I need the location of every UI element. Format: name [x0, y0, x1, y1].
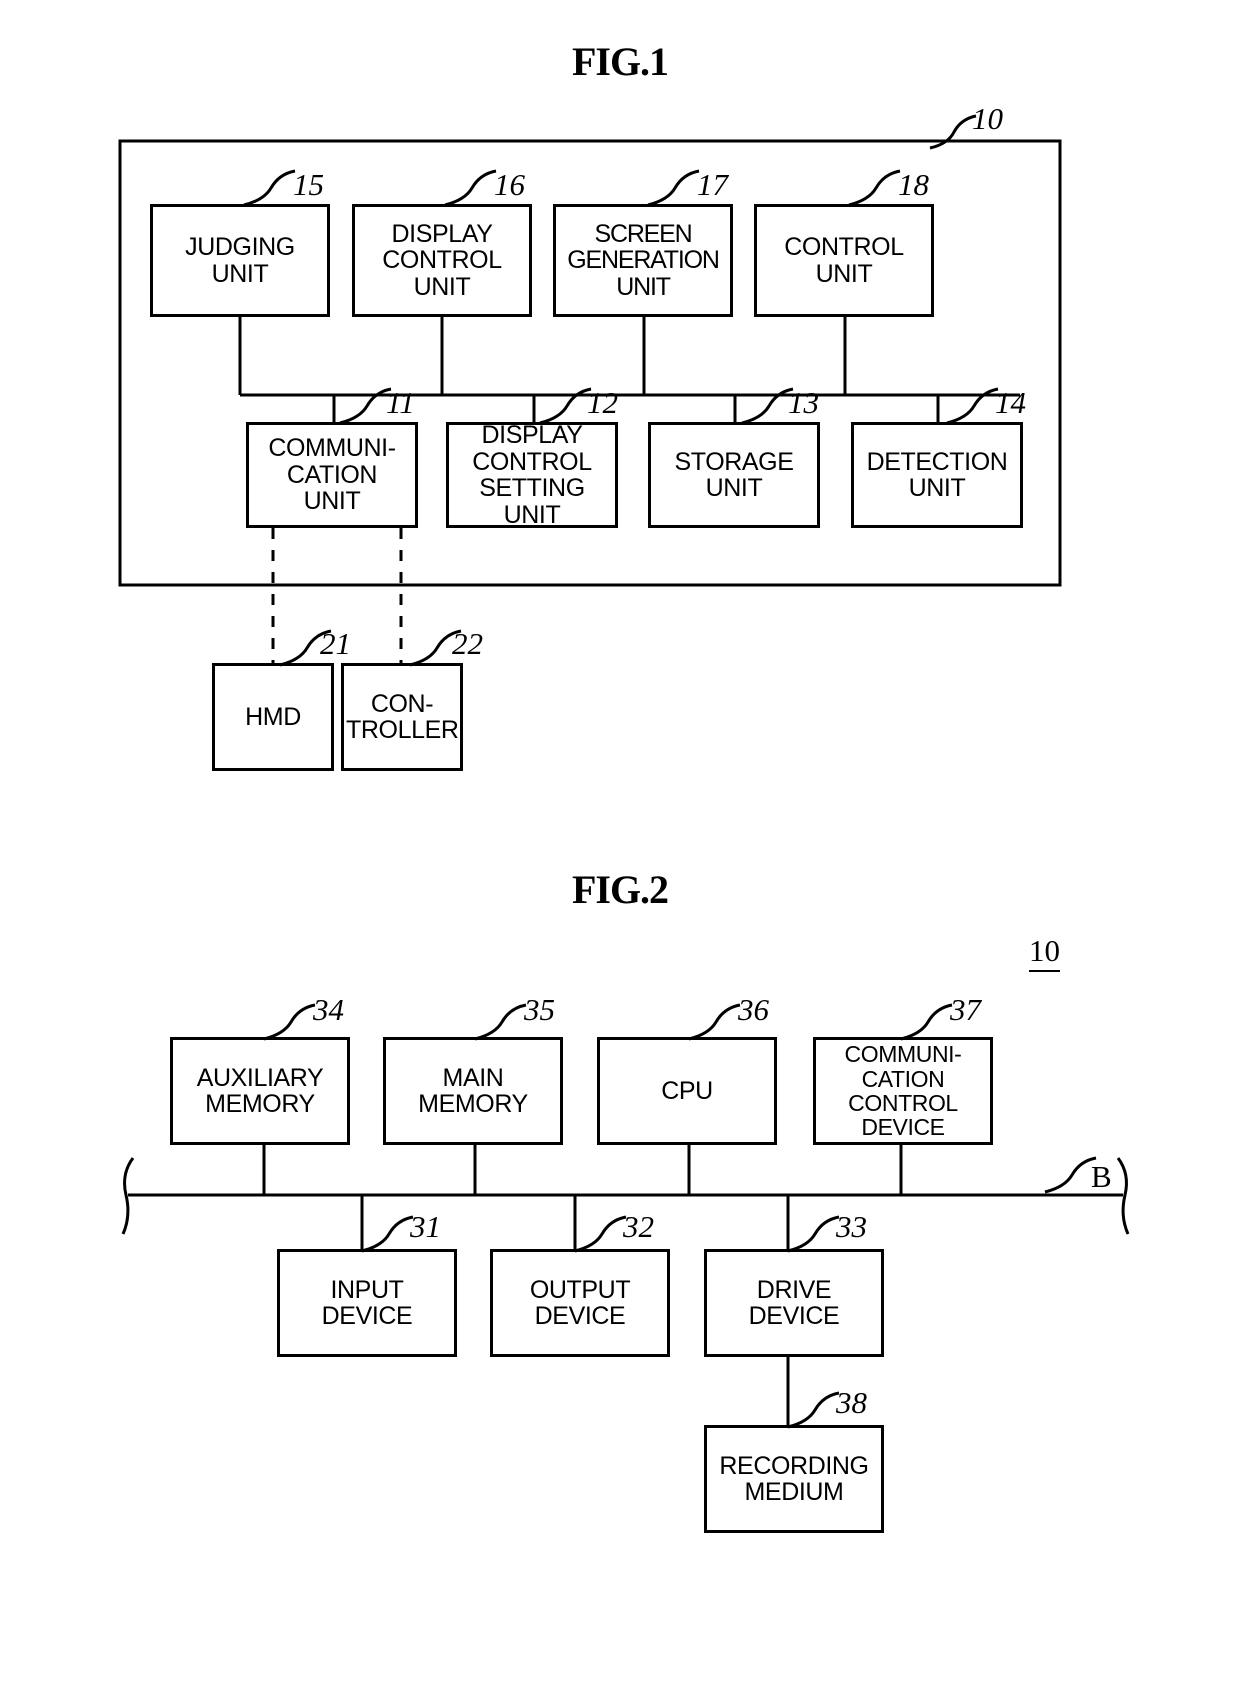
box-drive-device-label: DRIVE DEVICE — [748, 1275, 840, 1330]
box-communication-control-device[interactable]: COMMUNI- CATION CONTROL DEVICE — [813, 1037, 993, 1145]
reference-numeral-22: 22 — [452, 626, 483, 661]
box-storage-unit-label: STORAGE UNIT — [674, 447, 794, 502]
leader-16 — [444, 169, 497, 207]
reference-numeral-35: 35 — [524, 992, 555, 1027]
box-communication-unit[interactable]: COMMUNI- CATION UNIT — [246, 422, 418, 528]
reference-numeral-16: 16 — [494, 167, 525, 202]
leader-10 — [929, 114, 977, 150]
box-communication-control-device-label: COMMUNI- CATION CONTROL DEVICE — [844, 1041, 962, 1141]
leader-38 — [787, 1391, 840, 1429]
figure-1-title: FIG.1 — [571, 39, 669, 84]
fig2-bus-left-brace — [121, 1157, 135, 1235]
box-judging-unit[interactable]: JUDGING UNIT — [150, 204, 330, 317]
reference-numeral-21: 21 — [320, 626, 351, 661]
leader-33 — [787, 1215, 840, 1253]
reference-numeral-10-fig2: 10 — [1029, 933, 1060, 972]
reference-numeral-36: 36 — [738, 992, 769, 1027]
box-controller-label: CON- TROLLER — [346, 689, 459, 744]
box-communication-unit-label: COMMUNI- CATION UNIT — [268, 434, 396, 516]
box-controller[interactable]: CON- TROLLER — [341, 663, 463, 771]
reference-numeral-10-fig1: 10 — [972, 101, 1003, 136]
reference-numeral-12: 12 — [587, 385, 618, 420]
box-control-unit[interactable]: CONTROL UNIT — [754, 204, 934, 317]
reference-numeral-bus-b: B — [1091, 1159, 1112, 1194]
box-hmd-label: HMD — [245, 702, 301, 731]
reference-numeral-33: 33 — [836, 1209, 867, 1244]
box-display-control-unit[interactable]: DISPLAY CONTROL UNIT — [352, 204, 532, 317]
box-main-memory[interactable]: MAIN MEMORY — [383, 1037, 563, 1145]
reference-numeral-31: 31 — [410, 1209, 441, 1244]
figure-2-title: FIG.2 — [571, 867, 669, 912]
leader-11 — [339, 387, 392, 425]
box-output-device[interactable]: OUTPUT DEVICE — [490, 1249, 670, 1357]
leader-18 — [848, 169, 901, 207]
reference-numeral-14: 14 — [995, 385, 1026, 420]
box-main-memory-label: MAIN MEMORY — [418, 1063, 528, 1118]
box-drive-device[interactable]: DRIVE DEVICE — [704, 1249, 884, 1357]
leader-15 — [243, 169, 296, 207]
leader-17 — [647, 169, 700, 207]
reference-numeral-18: 18 — [898, 167, 929, 202]
leader-12 — [539, 387, 592, 425]
box-auxiliary-memory[interactable]: AUXILIARY MEMORY — [170, 1037, 350, 1145]
reference-numeral-38: 38 — [836, 1385, 867, 1420]
box-cpu[interactable]: CPU — [597, 1037, 777, 1145]
leader-13 — [741, 387, 794, 425]
box-recording-medium[interactable]: RECORDING MEDIUM — [704, 1425, 884, 1533]
reference-numeral-15: 15 — [293, 167, 324, 202]
leader-32 — [574, 1215, 627, 1253]
leader-37 — [900, 1003, 953, 1041]
box-judging-unit-label: JUDGING UNIT — [185, 233, 295, 288]
leader-36 — [688, 1003, 741, 1041]
box-output-device-label: OUTPUT DEVICE — [529, 1275, 631, 1330]
box-display-control-unit-label: DISPLAY CONTROL UNIT — [382, 219, 502, 301]
reference-numeral-11: 11 — [386, 385, 415, 420]
reference-numeral-34: 34 — [313, 992, 344, 1027]
reference-numeral-17: 17 — [697, 167, 728, 202]
leader-31 — [361, 1215, 414, 1253]
leader-35 — [474, 1003, 527, 1041]
box-cpu-label: CPU — [661, 1076, 713, 1105]
leader-34 — [263, 1003, 316, 1041]
box-display-control-setting-unit-label: DISPLAY CONTROL SETTING UNIT — [472, 421, 592, 529]
reference-numeral-13: 13 — [788, 385, 819, 420]
patent-drawing-sheet: FIG.1 10 15 16 17 18 11 12 13 14 21 22 J… — [0, 0, 1240, 1682]
box-screen-generation-unit[interactable]: SCREEN GENERATION UNIT — [553, 204, 733, 317]
reference-numeral-37: 37 — [950, 992, 981, 1027]
box-hmd[interactable]: HMD — [212, 663, 334, 771]
box-screen-generation-unit-label: SCREEN GENERATION UNIT — [567, 219, 720, 301]
leader-bus-b — [1044, 1156, 1097, 1194]
box-input-device-label: INPUT DEVICE — [321, 1275, 413, 1330]
box-auxiliary-memory-label: AUXILIARY MEMORY — [196, 1063, 324, 1118]
leader-14 — [946, 387, 999, 425]
box-control-unit-label: CONTROL UNIT — [784, 233, 904, 288]
box-detection-unit-label: DETECTION UNIT — [866, 447, 1008, 502]
box-storage-unit[interactable]: STORAGE UNIT — [648, 422, 820, 528]
box-input-device[interactable]: INPUT DEVICE — [277, 1249, 457, 1357]
reference-numeral-32: 32 — [623, 1209, 654, 1244]
box-recording-medium-label: RECORDING MEDIUM — [719, 1451, 869, 1506]
box-display-control-setting-unit[interactable]: DISPLAY CONTROL SETTING UNIT — [446, 422, 618, 528]
box-detection-unit[interactable]: DETECTION UNIT — [851, 422, 1023, 528]
fig2-bus-right-brace — [1116, 1157, 1130, 1235]
